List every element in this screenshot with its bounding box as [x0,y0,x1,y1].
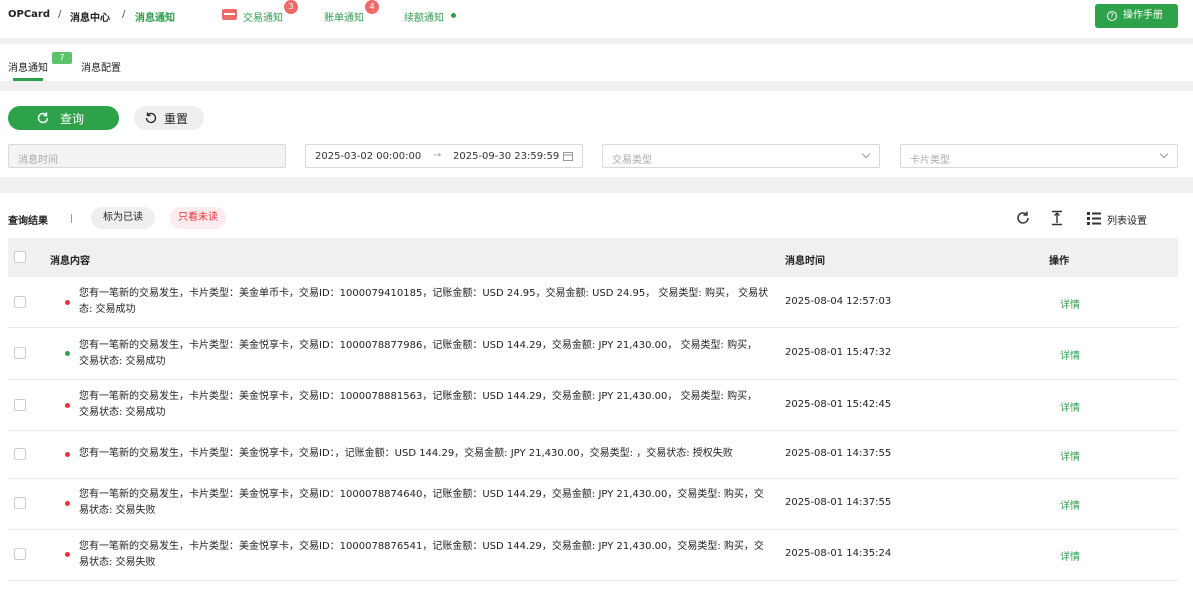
message-content: 您有一笔新的交易发生，卡片类型：美金悦享卡，交易ID：，记账金额：USD 144… [79,448,733,459]
trade-type-placeholder: 交易类型 [612,155,652,166]
column-header-content: 消息内容 [50,256,90,267]
table-row: 您有一笔新的交易发生，卡片类型：美金悦享卡，交易ID：，记账金额：USD 144… [8,431,1178,479]
tab-bar: 消息通知 7 消息配置 [0,44,1193,81]
status-dot [65,552,70,557]
column-header-action: 操作 [1049,256,1069,267]
status-dot [65,300,70,305]
row-checkbox[interactable] [14,399,26,411]
message-time: 2025-08-01 15:47:32 [785,347,892,358]
row-checkbox[interactable] [14,296,26,308]
arrow-right-icon: → [433,150,442,161]
trade-type-select[interactable]: 交易类型 [602,144,880,168]
table-row: 您有一笔新的交易发生，卡片类型：美金悦享卡，交易ID：1000078881563… [8,380,1178,431]
mark-read-button[interactable]: 标为已读 [91,207,155,229]
breadcrumb-separator: / [122,9,126,20]
detail-link[interactable]: 详情 [1060,399,1080,414]
top-bar: OPCard / 消息中心 / 消息通知 交易通知 3 账单通知 4 续额通知 … [0,0,1193,38]
list-icon [1087,212,1101,225]
message-time: 2025-08-04 12:57:03 [785,296,892,307]
card-type-placeholder: 卡片类型 [910,155,950,166]
row-checkbox[interactable] [14,548,26,560]
trade-notify-icon [222,9,237,20]
reset-icon [145,112,157,124]
results-title: 查询结果 [8,216,48,227]
results-panel: 查询结果 标为已读 只看未读 列表设置 消息内容 消息时间 操作 您有一笔新的交… [0,193,1193,596]
unread-only-button[interactable]: 只看未读 [170,207,226,229]
tab-balance-notify[interactable]: 续额通知 [404,9,444,24]
detail-link[interactable]: 详情 [1060,448,1080,463]
date-range-picker[interactable]: 2025-03-02 00:00:00 → 2025-09-30 23:59:5… [305,144,583,168]
message-time-placeholder: 消息时间 [18,155,58,166]
table-header: 消息内容 消息时间 操作 [8,238,1178,277]
active-tab-indicator [13,78,43,81]
query-button[interactable]: 查询 [8,106,119,130]
breadcrumb-message-center[interactable]: 消息中心 [70,9,110,24]
status-dot [65,501,70,506]
reset-button[interactable]: 重置 [134,106,204,130]
query-button-label: 查询 [60,112,85,126]
bill-notify-badge: 4 [365,0,379,14]
table-row: 您有一笔新的交易发生，卡片类型：美金悦享卡，交易ID：1000078877986… [8,328,1178,380]
detail-link[interactable]: 详情 [1060,296,1080,311]
detail-link[interactable]: 详情 [1060,497,1080,512]
table-row: 您有一笔新的交易发生，卡片类型：美金单币卡，交易ID：1000079410185… [8,277,1178,328]
breadcrumb-current: 消息通知 [135,13,175,24]
tab-trade-notify[interactable]: 交易通知 [243,9,283,24]
chevron-down-icon [1159,149,1169,159]
tab-message-config[interactable]: 消息配置 [81,59,121,74]
message-content: 您有一笔新的交易发生，卡片类型：美金悦享卡，交易ID：1000078881563… [79,391,758,418]
filter-panel: 查询 重置 消息时间 2025-03-02 00:00:00 → 2025-09… [0,91,1193,177]
breadcrumb-root[interactable]: OPCard [8,9,50,20]
message-content: 您有一笔新的交易发生，卡片类型：美金悦享卡，交易ID：1000078876541… [79,541,764,568]
message-time: 2025-08-01 15:42:45 [785,399,892,410]
chevron-down-icon [861,149,871,159]
column-settings-label: 列表设置 [1107,216,1147,227]
manual-button-label: 操作手册 [1123,10,1163,21]
status-dot [65,351,70,356]
card-type-select[interactable]: 卡片类型 [900,144,1178,168]
refresh-icon [37,112,49,124]
row-checkbox[interactable] [14,448,26,460]
detail-link[interactable]: 详情 [1060,347,1080,362]
detail-link[interactable]: 详情 [1060,548,1080,563]
column-height-icon[interactable] [1050,210,1064,226]
refresh-icon[interactable] [1015,210,1031,226]
help-circle-icon: ? [1107,11,1117,21]
message-content: 您有一笔新的交易发生，卡片类型：美金悦享卡，交易ID：1000078877986… [79,340,758,367]
manual-button[interactable]: ? 操作手册 [1095,4,1178,28]
range-end: 2025-09-30 23:59:59 [453,151,560,162]
status-dot [65,403,70,408]
balance-notify-dot [451,13,456,18]
column-settings-button[interactable]: 列表设置 [1086,210,1156,227]
tab-message-notify[interactable]: 消息通知 [8,59,48,74]
row-checkbox[interactable] [14,347,26,359]
table-row: 您有一笔新的交易发生，卡片类型：美金悦享卡，交易ID：1000078874640… [8,479,1178,530]
calendar-icon [563,152,573,161]
message-time-input[interactable]: 消息时间 [8,144,286,168]
tab-bill-notify[interactable]: 账单通知 [324,9,364,24]
select-all-checkbox[interactable] [14,251,26,263]
divider [71,214,72,223]
breadcrumb-separator: / [58,9,62,20]
message-time: 2025-08-01 14:35:24 [785,548,892,559]
message-time: 2025-08-01 14:37:55 [785,497,892,508]
row-checkbox[interactable] [14,497,26,509]
message-time: 2025-08-01 14:37:55 [785,448,892,459]
message-content: 您有一笔新的交易发生，卡片类型：美金悦享卡，交易ID：1000078874640… [79,489,764,516]
column-header-time: 消息时间 [785,256,825,267]
reset-button-label: 重置 [164,112,189,126]
message-content: 您有一笔新的交易发生，卡片类型：美金单币卡，交易ID：1000079410185… [79,288,769,315]
trade-notify-badge: 3 [284,0,298,14]
table-row: 您有一笔新的交易发生，卡片类型：美金悦享卡，交易ID：1000078876541… [8,530,1178,581]
tab-message-notify-badge: 7 [52,52,72,64]
status-dot [65,452,70,457]
range-start: 2025-03-02 00:00:00 [315,151,422,162]
